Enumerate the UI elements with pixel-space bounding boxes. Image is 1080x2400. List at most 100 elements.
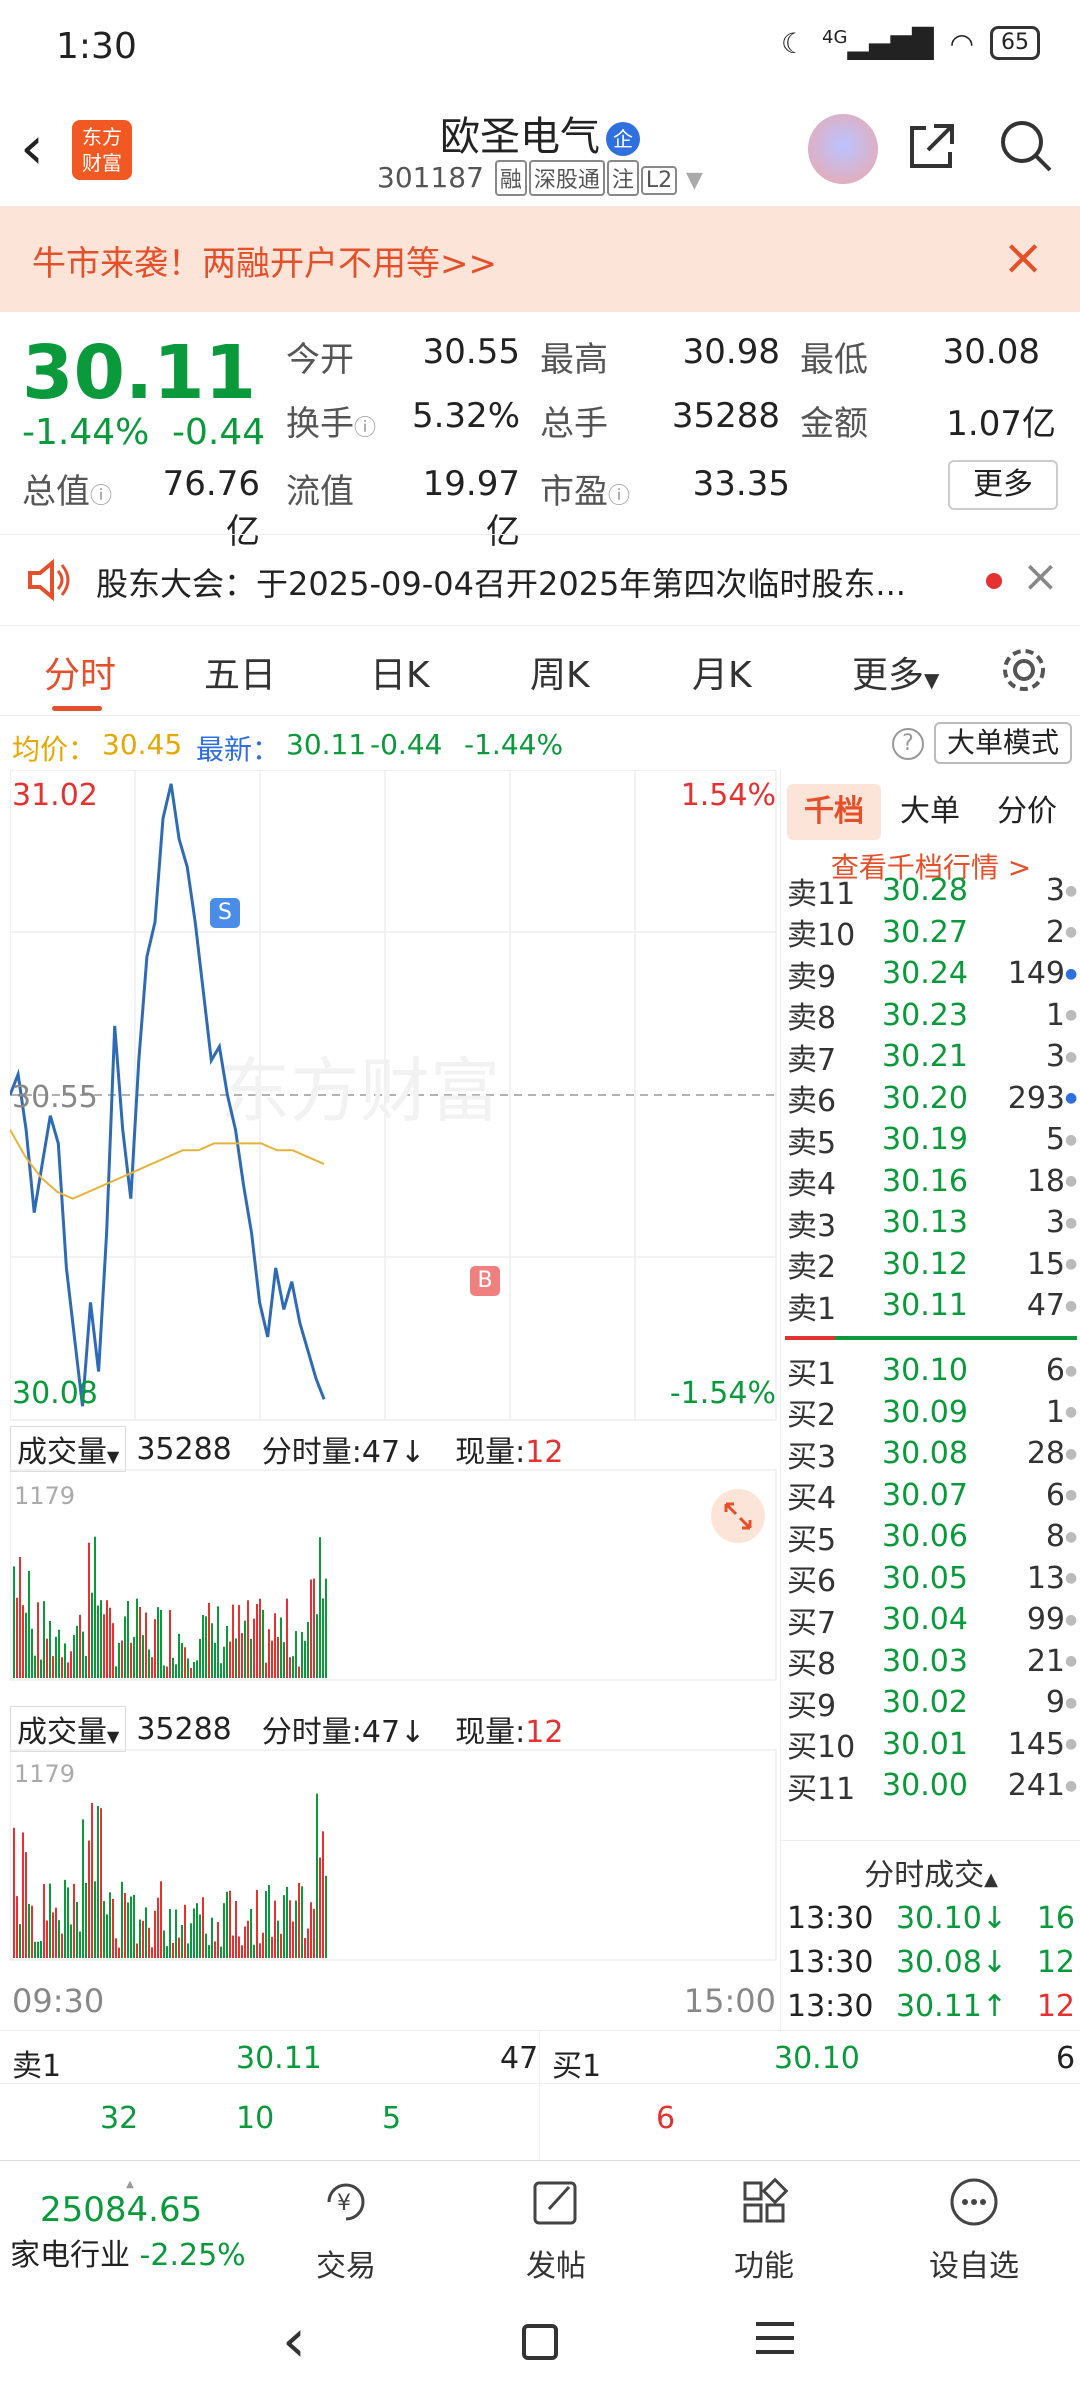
trades-title[interactable]: 分时成交▲	[781, 1850, 1080, 1894]
notice-bar[interactable]: 股东大会：于2025-09-04召开2025年第四次临时股东... ×	[0, 534, 1080, 626]
trade-button[interactable]: ¥ 交易	[276, 2175, 416, 2285]
volume-bar	[283, 1642, 285, 1678]
bid-row[interactable]: 买7 30.04 99 ●	[787, 1599, 1077, 1641]
industry-index[interactable]: ▲ 25084.65 家电行业 -2.25%	[10, 2179, 250, 2274]
intraday-chart[interactable]: 东方财富 31.02 1.54% 30.55 30.08 -1.54% S B …	[10, 770, 780, 2020]
volume-bar	[223, 1646, 225, 1678]
volume-bar	[97, 1605, 99, 1678]
bid-row[interactable]: 买8 30.03 21 ●	[787, 1641, 1077, 1683]
ask-row[interactable]: 卖2 30.12 15 ●	[787, 1244, 1077, 1286]
trade-volume: 12	[1036, 1945, 1075, 1981]
ask-row[interactable]: 卖10 30.27 2 ●	[787, 912, 1077, 954]
volume-bar	[286, 1598, 288, 1678]
ask-row[interactable]: 卖7 30.21 3 ●	[787, 1036, 1077, 1078]
time-end-label: 15:00	[683, 1982, 776, 2020]
ask-row[interactable]: 卖1 30.11 47 ●	[787, 1285, 1077, 1327]
bid-row[interactable]: 买4 30.07 6 ●	[787, 1475, 1077, 1517]
ask-row[interactable]: 卖8 30.23 1 ●	[787, 995, 1077, 1037]
volume-bar	[280, 1933, 282, 1958]
bid-row[interactable]: 买6 30.05 13 ●	[787, 1558, 1077, 1600]
float-cap-label: 流值	[286, 472, 354, 512]
tab-intraday[interactable]: 分时	[44, 646, 116, 698]
bid-row[interactable]: 买10 30.01 145 ●	[787, 1724, 1077, 1766]
assistant-robot-icon[interactable]	[808, 114, 878, 184]
volume-bar	[316, 1793, 318, 1958]
bid-volume: 9	[1045, 1685, 1065, 1721]
tab-monthly-k[interactable]: 月K	[692, 646, 752, 698]
svg-text:¥: ¥	[337, 2191, 351, 2216]
volume-bar	[175, 1909, 177, 1958]
functions-button[interactable]: 功能	[694, 2175, 834, 2285]
bid-level-label: 买3	[787, 1439, 837, 1475]
volume-bar	[289, 1900, 291, 1958]
help-icon[interactable]: ?	[892, 728, 924, 760]
nav-home-icon[interactable]	[522, 2324, 558, 2360]
volume-bar	[292, 1921, 294, 1958]
big-order-mode-button[interactable]: 大单模式	[934, 722, 1072, 764]
notice-text[interactable]: 股东大会：于2025-09-04召开2025年第四次临时股东...	[96, 559, 956, 605]
tab-five-day[interactable]: 五日	[204, 646, 276, 698]
bid-row[interactable]: 买5 30.06 8 ●	[787, 1516, 1077, 1558]
volume-bar	[265, 1891, 267, 1958]
bid-volume: 241	[1007, 1768, 1065, 1804]
bid-row[interactable]: 买11 30.00 241 ●	[787, 1765, 1077, 1807]
ask-row[interactable]: 卖11 30.28 3 ●	[787, 870, 1077, 912]
volume-bar	[208, 1945, 210, 1958]
price-chart-svg[interactable]: 东方财富	[10, 770, 780, 2000]
sell-marker[interactable]: S	[210, 898, 240, 928]
tab-price-dist[interactable]: 分价	[979, 784, 1075, 840]
volume-type-select[interactable]: 成交量▼	[10, 1426, 127, 1472]
ask-row[interactable]: 卖9 30.24 149 ●	[787, 953, 1077, 995]
ask-row[interactable]: 卖6 30.20 293 ●	[787, 1078, 1077, 1120]
volume-max-label-1: 1179	[14, 1482, 76, 1510]
volume-total: 35288	[136, 1711, 232, 1747]
bid-volume: 13	[1026, 1560, 1065, 1596]
tab-more[interactable]: 更多▼	[852, 646, 939, 698]
add-watchlist-button[interactable]: 设自选	[904, 2175, 1044, 2285]
tab-daily-k[interactable]: 日K	[370, 646, 430, 698]
close-icon[interactable]: ×	[1002, 228, 1044, 286]
bid-price: 30.05	[882, 1560, 968, 1596]
volume-bar	[28, 1570, 30, 1678]
post-button[interactable]: 发帖	[486, 2175, 626, 2285]
ask1-split: 32	[100, 2101, 139, 2136]
tab-big-orders[interactable]: 大单	[885, 784, 975, 840]
share-icon[interactable]	[904, 118, 960, 174]
bid-row[interactable]: 买2 30.09 1 ●	[787, 1392, 1077, 1434]
volume-bar	[136, 1598, 138, 1678]
ask-row[interactable]: 卖4 30.16 18 ●	[787, 1161, 1077, 1203]
bid-row[interactable]: 买3 30.08 28 ●	[787, 1433, 1077, 1475]
tab-weekly-k[interactable]: 周K	[530, 646, 590, 698]
ask-row[interactable]: 卖5 30.19 5 ●	[787, 1119, 1077, 1161]
ask-row[interactable]: 卖3 30.13 3 ●	[787, 1202, 1077, 1244]
volume-bar	[37, 1602, 39, 1678]
volume-bar	[178, 1633, 180, 1678]
bid-level-label: 买5	[787, 1522, 837, 1558]
bid-row[interactable]: 买9 30.02 9 ●	[787, 1682, 1077, 1724]
volume-bar	[148, 1649, 150, 1678]
level-dot-icon: ●	[1065, 1007, 1078, 1024]
trade-price: 30.10↓	[895, 1901, 1007, 1937]
volume-bar	[100, 1600, 102, 1678]
promo-banner[interactable]: 牛市来袭！两融开户不用等>> ×	[0, 206, 1080, 312]
volume-header-2: 成交量▼ 35288 分时量:47↓ 现量:12	[10, 1706, 563, 1752]
close-icon[interactable]: ×	[1022, 551, 1059, 602]
nav-back-icon[interactable]: ‹	[282, 2306, 306, 2376]
expand-icon[interactable]	[710, 1488, 766, 1544]
volume-type-select[interactable]: 成交量▼	[10, 1706, 127, 1752]
more-button[interactable]: 更多	[948, 460, 1058, 510]
nav-menu-icon[interactable]	[756, 2322, 794, 2354]
buy-marker[interactable]: B	[470, 1266, 500, 1296]
volume-bar	[31, 1905, 33, 1958]
ask1-split: 10	[236, 2101, 275, 2136]
volume-bar	[283, 1895, 285, 1958]
promo-text[interactable]: 牛市来袭！两融开户不用等>>	[32, 236, 497, 285]
search-icon[interactable]	[996, 116, 1056, 176]
settings-icon[interactable]	[998, 644, 1050, 696]
tab-depth[interactable]: 千档	[787, 784, 881, 840]
last-price: 30.11	[22, 330, 257, 416]
bid-price: 30.02	[882, 1685, 968, 1721]
bid-row[interactable]: 买1 30.10 6 ●	[787, 1350, 1077, 1392]
volume-bar	[151, 1947, 153, 1958]
dropdown-icon: ▼	[686, 168, 703, 193]
